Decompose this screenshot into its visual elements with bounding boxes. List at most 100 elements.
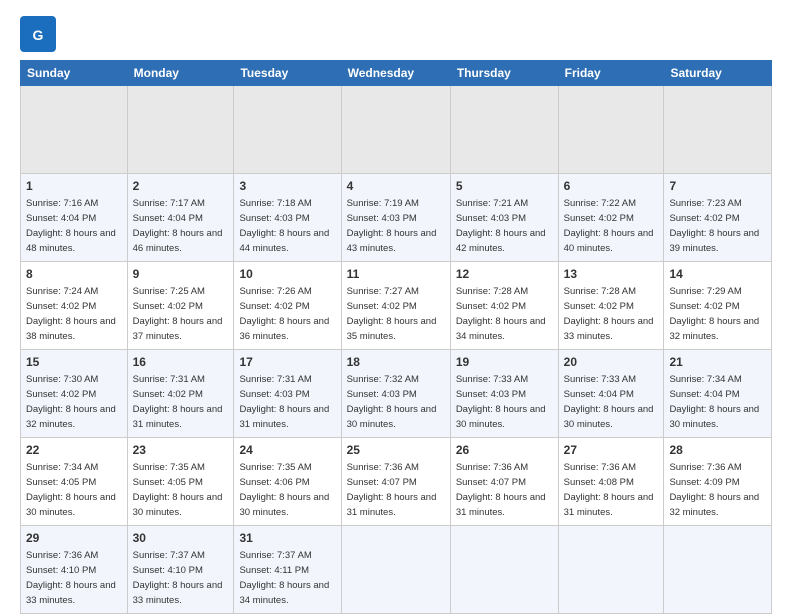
weekday-header-saturday: Saturday bbox=[664, 61, 772, 86]
calendar-cell: 31Sunrise: 7:37 AMSunset: 4:11 PMDayligh… bbox=[234, 526, 341, 614]
calendar-cell: 22 Sunrise: 7:34 AMSunset: 4:05 PMDayligh… bbox=[21, 438, 128, 526]
day-info: Sunrise: 7:26 AMSunset: 4:02 PMDaylight:… bbox=[239, 286, 329, 341]
calendar-week-row: 22 Sunrise: 7:34 AMSunset: 4:05 PMDayligh… bbox=[21, 438, 772, 526]
day-info: Sunrise: 7:28 AMSunset: 4:02 PMDaylight:… bbox=[564, 286, 654, 341]
day-info: Sunrise: 7:17 AMSunset: 4:04 PMDaylight:… bbox=[133, 198, 223, 253]
day-number: 3 bbox=[239, 178, 335, 194]
day-info: Sunrise: 7:23 AMSunset: 4:02 PMDaylight:… bbox=[669, 198, 759, 253]
day-number: 28 bbox=[669, 442, 766, 458]
day-number: 10 bbox=[239, 266, 335, 282]
day-info: Sunrise: 7:24 AMSunset: 4:02 PMDaylight:… bbox=[26, 286, 116, 341]
day-number: 30 bbox=[133, 530, 229, 546]
weekday-header-sunday: Sunday bbox=[21, 61, 128, 86]
day-info: Sunrise: 7:36 AMSunset: 4:07 PMDaylight:… bbox=[347, 462, 437, 517]
calendar-cell: 2 Sunrise: 7:17 AMSunset: 4:04 PMDaylight… bbox=[127, 174, 234, 262]
calendar-week-row: 15 Sunrise: 7:30 AMSunset: 4:02 PMDayligh… bbox=[21, 350, 772, 438]
calendar-cell: 28 Sunrise: 7:36 AMSunset: 4:09 PMDayligh… bbox=[664, 438, 772, 526]
weekday-header-friday: Friday bbox=[558, 61, 664, 86]
day-info: Sunrise: 7:36 AMSunset: 4:08 PMDaylight:… bbox=[564, 462, 654, 517]
day-info: Sunrise: 7:27 AMSunset: 4:02 PMDaylight:… bbox=[347, 286, 437, 341]
calendar-cell: 15 Sunrise: 7:30 AMSunset: 4:02 PMDayligh… bbox=[21, 350, 128, 438]
calendar-cell: 17 Sunrise: 7:31 AMSunset: 4:03 PMDayligh… bbox=[234, 350, 341, 438]
calendar-cell bbox=[234, 86, 341, 174]
day-number: 4 bbox=[347, 178, 445, 194]
day-info: Sunrise: 7:36 AMSunset: 4:09 PMDaylight:… bbox=[669, 462, 759, 517]
calendar-week-row: 29 Sunrise: 7:36 AMSunset: 4:10 PMDayligh… bbox=[21, 526, 772, 614]
day-info: Sunrise: 7:29 AMSunset: 4:02 PMDaylight:… bbox=[669, 286, 759, 341]
calendar-cell: 16 Sunrise: 7:31 AMSunset: 4:02 PMDayligh… bbox=[127, 350, 234, 438]
day-number: 29 bbox=[26, 530, 122, 546]
day-number: 19 bbox=[456, 354, 553, 370]
day-info: Sunrise: 7:31 AMSunset: 4:02 PMDaylight:… bbox=[133, 374, 223, 429]
day-number: 13 bbox=[564, 266, 659, 282]
calendar-cell bbox=[341, 526, 450, 614]
day-info: Sunrise: 7:30 AMSunset: 4:02 PMDaylight:… bbox=[26, 374, 116, 429]
day-info: Sunrise: 7:22 AMSunset: 4:02 PMDaylight:… bbox=[564, 198, 654, 253]
calendar-cell: 7 Sunrise: 7:23 AMSunset: 4:02 PMDaylight… bbox=[664, 174, 772, 262]
calendar-week-row: 1Sunrise: 7:16 AMSunset: 4:04 PMDaylight… bbox=[21, 174, 772, 262]
day-info: Sunrise: 7:33 AMSunset: 4:04 PMDaylight:… bbox=[564, 374, 654, 429]
logo-icon: G bbox=[20, 16, 56, 52]
calendar-cell: 6 Sunrise: 7:22 AMSunset: 4:02 PMDaylight… bbox=[558, 174, 664, 262]
calendar-cell: 18Sunrise: 7:32 AMSunset: 4:03 PMDayligh… bbox=[341, 350, 450, 438]
weekday-header-thursday: Thursday bbox=[450, 61, 558, 86]
weekday-header-tuesday: Tuesday bbox=[234, 61, 341, 86]
day-number: 25 bbox=[347, 442, 445, 458]
day-info: Sunrise: 7:35 AMSunset: 4:06 PMDaylight:… bbox=[239, 462, 329, 517]
day-number: 18 bbox=[347, 354, 445, 370]
day-info: Sunrise: 7:21 AMSunset: 4:03 PMDaylight:… bbox=[456, 198, 546, 253]
calendar-cell bbox=[127, 86, 234, 174]
calendar-cell: 10 Sunrise: 7:26 AMSunset: 4:02 PMDayligh… bbox=[234, 262, 341, 350]
day-info: Sunrise: 7:25 AMSunset: 4:02 PMDaylight:… bbox=[133, 286, 223, 341]
weekday-header-monday: Monday bbox=[127, 61, 234, 86]
day-info: Sunrise: 7:35 AMSunset: 4:05 PMDaylight:… bbox=[133, 462, 223, 517]
calendar-week-row bbox=[21, 86, 772, 174]
day-info: Sunrise: 7:34 AMSunset: 4:05 PMDaylight:… bbox=[26, 462, 116, 517]
calendar-cell: 29 Sunrise: 7:36 AMSunset: 4:10 PMDayligh… bbox=[21, 526, 128, 614]
day-number: 2 bbox=[133, 178, 229, 194]
page-header: G bbox=[20, 16, 772, 52]
day-number: 21 bbox=[669, 354, 766, 370]
calendar-cell: 27Sunrise: 7:36 AMSunset: 4:08 PMDayligh… bbox=[558, 438, 664, 526]
calendar-cell: 1Sunrise: 7:16 AMSunset: 4:04 PMDaylight… bbox=[21, 174, 128, 262]
day-number: 6 bbox=[564, 178, 659, 194]
day-info: Sunrise: 7:18 AMSunset: 4:03 PMDaylight:… bbox=[239, 198, 329, 253]
calendar-cell: 13 Sunrise: 7:28 AMSunset: 4:02 PMDayligh… bbox=[558, 262, 664, 350]
day-number: 26 bbox=[456, 442, 553, 458]
day-number: 12 bbox=[456, 266, 553, 282]
calendar-week-row: 8Sunrise: 7:24 AMSunset: 4:02 PMDaylight… bbox=[21, 262, 772, 350]
day-info: Sunrise: 7:36 AMSunset: 4:10 PMDaylight:… bbox=[26, 550, 116, 605]
calendar-page: G SundayMondayTuesdayWednesdayThursdayFr… bbox=[0, 0, 792, 612]
calendar-cell bbox=[558, 86, 664, 174]
calendar-cell bbox=[664, 86, 772, 174]
calendar-cell bbox=[21, 86, 128, 174]
day-info: Sunrise: 7:31 AMSunset: 4:03 PMDaylight:… bbox=[239, 374, 329, 429]
calendar-cell: 3 Sunrise: 7:18 AMSunset: 4:03 PMDaylight… bbox=[234, 174, 341, 262]
day-info: Sunrise: 7:33 AMSunset: 4:03 PMDaylight:… bbox=[456, 374, 546, 429]
svg-text:G: G bbox=[33, 27, 44, 43]
day-info: Sunrise: 7:19 AMSunset: 4:03 PMDaylight:… bbox=[347, 198, 437, 253]
day-info: Sunrise: 7:16 AMSunset: 4:04 PMDaylight:… bbox=[26, 198, 116, 253]
calendar-cell: 5Sunrise: 7:21 AMSunset: 4:03 PMDaylight… bbox=[450, 174, 558, 262]
day-info: Sunrise: 7:28 AMSunset: 4:02 PMDaylight:… bbox=[456, 286, 546, 341]
calendar-cell: 23Sunrise: 7:35 AMSunset: 4:05 PMDayligh… bbox=[127, 438, 234, 526]
day-number: 17 bbox=[239, 354, 335, 370]
calendar-cell: 30 Sunrise: 7:37 AMSunset: 4:10 PMDayligh… bbox=[127, 526, 234, 614]
calendar-cell: 4 Sunrise: 7:19 AMSunset: 4:03 PMDaylight… bbox=[341, 174, 450, 262]
day-number: 14 bbox=[669, 266, 766, 282]
calendar-table: SundayMondayTuesdayWednesdayThursdayFrid… bbox=[20, 60, 772, 614]
day-info: Sunrise: 7:37 AMSunset: 4:10 PMDaylight:… bbox=[133, 550, 223, 605]
day-number: 7 bbox=[669, 178, 766, 194]
day-number: 22 bbox=[26, 442, 122, 458]
day-info: Sunrise: 7:36 AMSunset: 4:07 PMDaylight:… bbox=[456, 462, 546, 517]
day-number: 15 bbox=[26, 354, 122, 370]
day-number: 16 bbox=[133, 354, 229, 370]
calendar-cell: 19 Sunrise: 7:33 AMSunset: 4:03 PMDayligh… bbox=[450, 350, 558, 438]
calendar-cell bbox=[450, 86, 558, 174]
calendar-cell: 8Sunrise: 7:24 AMSunset: 4:02 PMDaylight… bbox=[21, 262, 128, 350]
calendar-cell: 20Sunrise: 7:33 AMSunset: 4:04 PMDayligh… bbox=[558, 350, 664, 438]
calendar-cell bbox=[664, 526, 772, 614]
day-info: Sunrise: 7:34 AMSunset: 4:04 PMDaylight:… bbox=[669, 374, 759, 429]
day-info: Sunrise: 7:37 AMSunset: 4:11 PMDaylight:… bbox=[239, 550, 329, 605]
calendar-header-row: SundayMondayTuesdayWednesdayThursdayFrid… bbox=[21, 61, 772, 86]
